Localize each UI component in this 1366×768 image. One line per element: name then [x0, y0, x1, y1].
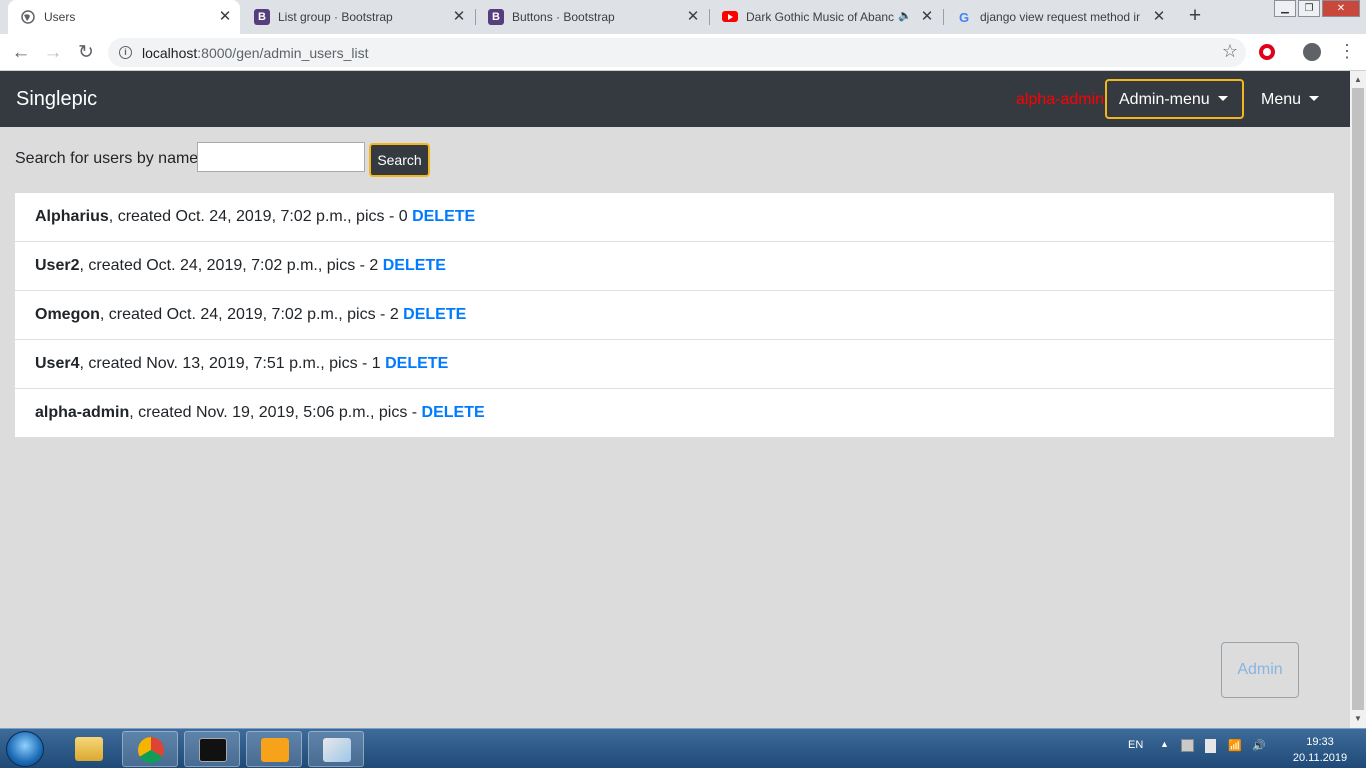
taskbar-explorer[interactable]	[61, 731, 117, 767]
close-icon[interactable]: ✕	[1150, 8, 1168, 26]
minimize-icon[interactable]: ▁	[1274, 0, 1296, 17]
list-item: User2, created Oct. 24, 2019, 7:02 p.m.,…	[15, 242, 1334, 291]
list-item: Alpharius, created Oct. 24, 2019, 7:02 p…	[15, 193, 1334, 242]
taskbar-paint[interactable]	[308, 731, 364, 767]
scroll-down-icon[interactable]: ▼	[1354, 714, 1362, 723]
admin-menu-label: Admin-menu	[1119, 91, 1210, 108]
start-button-icon[interactable]	[6, 731, 44, 767]
bootstrap-icon: B	[254, 9, 270, 25]
address-bar: ← → ↻ i localhost:8000/gen/admin_users_l…	[0, 34, 1366, 71]
browser-tab-strip: Users ✕ B List group · Bootstrap ✕ B But…	[0, 0, 1366, 34]
list-item: User4, created Nov. 13, 2019, 7:51 p.m.,…	[15, 340, 1334, 389]
back-icon[interactable]: ←	[9, 41, 33, 65]
brand-link[interactable]: Singlepic	[16, 88, 97, 111]
list-item: alpha-admin, created Nov. 19, 2019, 5:06…	[15, 389, 1334, 437]
close-icon[interactable]: ✕	[684, 8, 702, 26]
site-navbar: Singlepic alpha-admin Admin-menu Menu	[0, 71, 1350, 127]
action-center-icon[interactable]	[1181, 739, 1194, 752]
delete-link[interactable]: DELETE	[412, 208, 475, 225]
scroll-up-icon[interactable]: ▲	[1354, 75, 1362, 84]
window-close-icon[interactable]: ✕	[1322, 0, 1360, 17]
taskbar-chrome[interactable]	[122, 731, 178, 767]
paint-icon	[323, 738, 351, 762]
network-icon[interactable]: 📶	[1228, 739, 1242, 752]
battery-icon[interactable]	[1205, 739, 1216, 753]
user-name: User2	[35, 257, 80, 274]
close-icon[interactable]: ✕	[918, 8, 936, 26]
tab-title: Users	[44, 10, 76, 24]
google-icon: G	[958, 9, 970, 25]
reload-icon[interactable]: ↻	[74, 41, 98, 65]
tab-buttons[interactable]: B Buttons · Bootstrap ✕	[476, 0, 708, 34]
clock-date: 20.11.2019	[1292, 752, 1348, 764]
scrollbar-thumb[interactable]	[1352, 88, 1364, 710]
url-host: localhost	[142, 45, 198, 61]
admin-menu-dropdown[interactable]: Admin-menu	[1105, 79, 1244, 119]
volume-icon[interactable]: 🔊	[1252, 739, 1266, 752]
tab-list-group[interactable]: B List group · Bootstrap ✕	[242, 0, 474, 34]
search-input[interactable]	[197, 142, 365, 172]
globe-icon	[20, 9, 36, 25]
delete-link[interactable]: DELETE	[385, 355, 448, 372]
delete-link[interactable]: DELETE	[403, 306, 466, 323]
admin-button[interactable]: Admin	[1221, 642, 1299, 698]
new-tab-icon[interactable]: +	[1182, 5, 1208, 29]
menu-label: Menu	[1261, 91, 1302, 108]
user-details: , created Oct. 24, 2019, 7:02 p.m., pics…	[108, 208, 413, 225]
url-text: localhost:8000/gen/admin_users_list	[142, 45, 369, 61]
tab-title: Buttons · Bootstrap	[512, 10, 615, 24]
maximize-icon[interactable]: ❐	[1298, 0, 1320, 17]
browser-menu-icon[interactable]: ⋮	[1338, 40, 1356, 62]
user-details: , created Oct. 24, 2019, 7:02 p.m., pics…	[99, 306, 404, 323]
current-user-label: alpha-admin	[1016, 91, 1105, 108]
youtube-icon	[722, 11, 738, 22]
page-scrollbar[interactable]: ▲ ▼	[1350, 71, 1366, 728]
forward-icon[interactable]: →	[41, 41, 65, 65]
menu-dropdown[interactable]: Menu	[1261, 91, 1320, 109]
language-indicator[interactable]: EN	[1128, 739, 1143, 751]
user-name: Alpharius	[35, 208, 109, 225]
url-path: :8000/gen/admin_users_list	[197, 45, 369, 61]
speaker-icon[interactable]: 🔈	[898, 9, 912, 22]
tab-users[interactable]: Users ✕	[8, 0, 240, 34]
window-controls: ▁ ❐ ✕	[1272, 0, 1360, 17]
tab-title: Dark Gothic Music of Abanc	[746, 10, 894, 24]
tab-title: django view request method in	[980, 10, 1140, 24]
search-button[interactable]: Search	[369, 143, 430, 177]
profile-avatar-icon[interactable]	[1303, 43, 1321, 61]
taskbar-cmd[interactable]	[184, 731, 240, 767]
user-details: , created Nov. 19, 2019, 5:06 p.m., pics…	[129, 404, 422, 421]
user-name: User4	[35, 355, 80, 372]
sublime-text-icon	[261, 738, 289, 762]
tab-django-search[interactable]: G django view request method in ✕	[944, 0, 1174, 34]
caret-down-icon	[1309, 96, 1320, 101]
info-icon[interactable]: i	[119, 46, 132, 59]
terminal-icon	[199, 738, 227, 762]
bookmark-star-icon[interactable]: ☆	[1222, 41, 1238, 62]
user-list: Alpharius, created Oct. 24, 2019, 7:02 p…	[15, 193, 1334, 437]
caret-down-icon	[1217, 96, 1228, 101]
taskbar-sublime[interactable]	[246, 731, 302, 767]
show-hidden-icons-icon[interactable]: ▲	[1160, 739, 1169, 749]
delete-link[interactable]: DELETE	[383, 257, 446, 274]
os-taskbar: EN ▲ 📶 🔊 19:33 20.11.2019	[0, 728, 1366, 768]
tab-dark-gothic-music[interactable]: Dark Gothic Music of Abanc 🔈 ✕	[710, 0, 942, 34]
chrome-icon	[138, 737, 164, 763]
folder-icon	[75, 737, 103, 761]
url-input[interactable]: i localhost:8000/gen/admin_users_list ☆	[108, 38, 1246, 67]
bootstrap-icon: B	[488, 9, 504, 25]
list-item: Omegon, created Oct. 24, 2019, 7:02 p.m.…	[15, 291, 1334, 340]
user-details: , created Nov. 13, 2019, 7:51 p.m., pics…	[79, 355, 386, 372]
close-icon[interactable]: ✕	[450, 8, 468, 26]
clock-time: 19:33	[1306, 736, 1334, 748]
tab-title: List group · Bootstrap	[278, 10, 393, 24]
user-details: , created Oct. 24, 2019, 7:02 p.m., pics…	[79, 257, 383, 274]
opera-extension-icon[interactable]	[1259, 44, 1275, 60]
close-icon[interactable]: ✕	[216, 8, 234, 26]
user-name: alpha-admin	[35, 404, 130, 421]
system-clock[interactable]: 19:33 20.11.2019	[1280, 734, 1360, 766]
user-name: Omegon	[35, 306, 100, 323]
delete-link[interactable]: DELETE	[422, 404, 485, 421]
search-label: Search for users by name	[15, 150, 199, 167]
